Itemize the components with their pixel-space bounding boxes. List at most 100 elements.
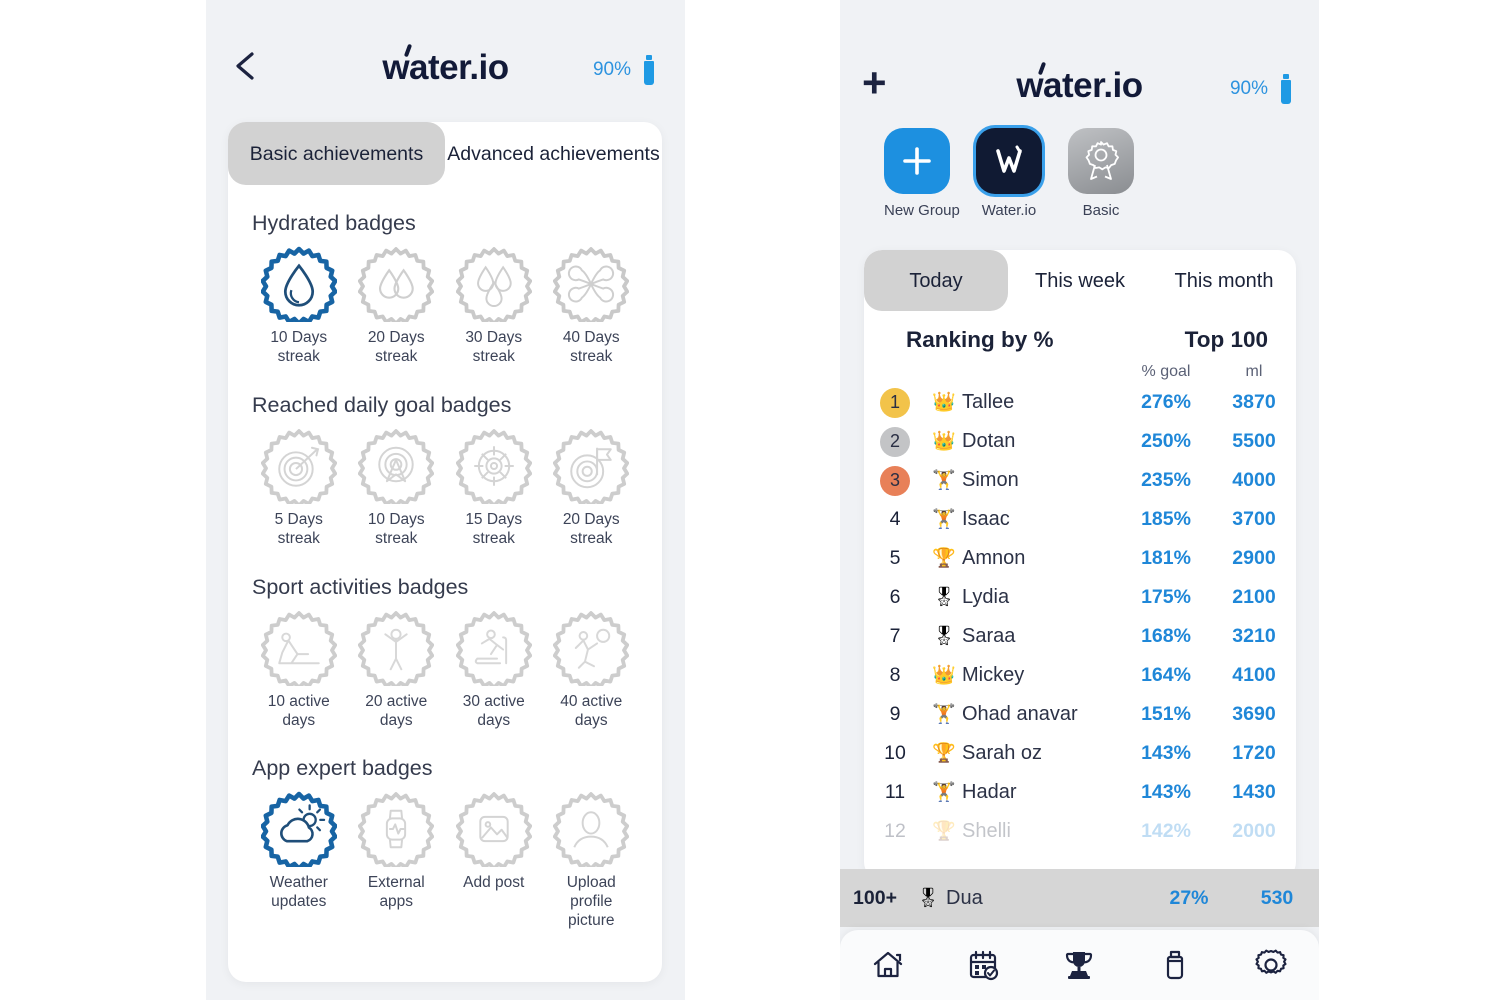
section-daily-goal-badges: Reached daily goal badges 5 Days streak (228, 393, 662, 549)
ranking-by-label: Ranking by % (906, 327, 1054, 352)
goal-percent: 235% (1141, 469, 1191, 491)
player-name: Amnon (962, 547, 1026, 569)
goal-percent: 181% (1141, 547, 1191, 569)
badge-label: External apps (367, 874, 425, 911)
leaderboard-row[interactable]: 2 👑 Dotan 250% 5500 (864, 422, 1296, 461)
badge-label: 20 Days streak (562, 510, 620, 547)
badge-item[interactable]: Upload profile picture (543, 791, 641, 931)
nav-home[interactable] (840, 948, 936, 982)
goal-percent: 143% (1141, 781, 1191, 803)
leaderboard-row[interactable]: 10 🏆 Sarah oz 143% 1720 (864, 734, 1296, 773)
leaderboard-row[interactable]: 4 🏋 Isaac 185% 3700 (864, 500, 1296, 539)
badge-label: 10 Days streak (367, 510, 425, 547)
goal-percent: 185% (1141, 508, 1191, 530)
badge-item[interactable]: 40 Days streak (543, 246, 641, 367)
badge-item[interactable]: 30 Days streak (445, 246, 543, 367)
leaderboard-row[interactable]: 6 🎖 Lydia 175% 2100 (864, 578, 1296, 617)
trophy-icon (1066, 952, 1093, 979)
badge-item[interactable]: Weather updates (250, 791, 348, 931)
nav-trophy[interactable] (1032, 948, 1128, 982)
badge-item[interactable]: Add post (445, 791, 543, 931)
tab-this-week[interactable]: This week (1008, 250, 1152, 311)
ml-value: 3700 (1232, 508, 1276, 530)
current-user-row[interactable]: 100+ 🎖 Dua 27% 530 (840, 869, 1319, 927)
trophy-icon: 🏆 (932, 548, 956, 569)
tab-basic-achievements[interactable]: Basic achievements (228, 122, 445, 185)
nav-calendar[interactable] (936, 948, 1032, 982)
rank-cell: 4 (864, 508, 926, 531)
stretching-badge (358, 610, 435, 686)
water-drop-badge (260, 246, 337, 322)
section-title: Reached daily goal badges (252, 392, 512, 417)
leaderboard-row[interactable]: 8 👑 Mickey 164% 4100 (864, 656, 1296, 695)
medal-icon: 🏋 (932, 470, 956, 491)
badge-row: 10 Days streak 20 Days streak 30 Days st… (250, 246, 640, 367)
badge-label: Weather updates (269, 874, 328, 911)
player-name: Dotan (962, 430, 1016, 452)
badge-item[interactable]: 10 Days streak (250, 246, 348, 367)
badge-item[interactable]: External apps (348, 791, 446, 931)
column-header-ml: ml (1245, 363, 1263, 380)
nav-settings[interactable] (1223, 948, 1319, 982)
badge-item[interactable]: 20 Days streak (348, 246, 446, 367)
rank-number: 6 (889, 586, 901, 608)
group-tile (976, 128, 1042, 194)
goal-percent: 250% (1141, 430, 1191, 452)
badge-label: 10 active days (267, 692, 330, 729)
group-basic[interactable]: Basic (1068, 128, 1134, 219)
app-logo-text: water.io (382, 48, 509, 87)
goal-percent: 168% (1141, 625, 1191, 647)
rosette-icon: 🎖 (915, 887, 941, 909)
leaderboard-row[interactable]: 5 🏆 Amnon 181% 2900 (864, 539, 1296, 578)
group-tile (884, 128, 950, 194)
section-hydrated-badges: Hydrated badges 10 Days streak 20 Days s… (228, 211, 662, 367)
leaderboard-row[interactable]: 9 🏋 Ohad anavar 151% 3690 (864, 695, 1296, 734)
badge-item[interactable]: 15 Days streak (445, 428, 543, 549)
battery-indicator: 90% (1230, 74, 1294, 104)
player-name: Hadar (962, 781, 1017, 803)
goal-percent: 151% (1141, 703, 1191, 725)
badge-item[interactable]: 40 active days (543, 610, 641, 731)
two-drops-badge (358, 247, 435, 322)
crown-icon: 👑 (932, 665, 956, 686)
trophy-icon: 🏆 (932, 821, 956, 842)
achievements-card: Basic achievements Advanced achievements… (228, 122, 662, 982)
badge-row: 10 active days 20 active days 30 active … (250, 610, 640, 731)
rank-cell: 1 (864, 387, 926, 418)
badge-item[interactable]: 10 active days (250, 610, 348, 731)
player-name: Shelli (962, 820, 1011, 842)
badge-item[interactable]: 5 Days streak (250, 428, 348, 549)
right-phone-screen: + water.io 90% New Group Water.io Basic … (840, 0, 1319, 1000)
group-new[interactable]: New Group (884, 128, 960, 219)
leaderboard-row[interactable]: 11 🏋 Hadar 143% 1430 (864, 773, 1296, 812)
badge-item[interactable]: 20 active days (348, 610, 446, 731)
goal-percent: 27% (1169, 886, 1209, 909)
battery-percent: 90% (1229, 78, 1268, 99)
tab-today[interactable]: Today (864, 250, 1008, 311)
group-waterio[interactable]: Water.io (976, 128, 1042, 219)
crosshair-badge (455, 428, 532, 504)
rank-cell: 10 (864, 742, 926, 765)
tab-advanced-achievements[interactable]: Advanced achievements (445, 122, 662, 185)
ml-value: 1720 (1232, 742, 1276, 764)
medal-icon: 🏋 (932, 782, 956, 803)
badge-label: Add post (463, 874, 525, 892)
player-name: Tallee (962, 391, 1015, 413)
leaderboard-row[interactable]: 3 🏋 Simon 235% 4000 (864, 461, 1296, 500)
badge-label: Upload profile picture (566, 874, 616, 930)
badge-item[interactable]: 10 Days streak (348, 428, 446, 549)
crown-icon: 👑 (932, 431, 956, 452)
player-name: Sarah oz (962, 742, 1043, 764)
badge-item[interactable]: 30 active days (445, 610, 543, 731)
badge-item[interactable]: 20 Days streak (543, 428, 641, 549)
leaderboard-row[interactable]: 1 👑 Tallee 276% 3870 (864, 383, 1296, 422)
rank-cell: 3 (864, 465, 926, 496)
player-name: Ohad anavar (962, 703, 1078, 725)
nav-bottle[interactable] (1127, 948, 1223, 982)
leaderboard-row[interactable]: 12 🏆 Shelli 142% 2000 (864, 812, 1296, 851)
leaderboard-heading: Ranking by % Top 100 (864, 311, 1296, 353)
leaderboard-row[interactable]: 7 🎖 Saraa 168% 3210 (864, 617, 1296, 656)
rank-number: 3 (880, 465, 910, 496)
rank-cell: 8 (864, 664, 926, 687)
tab-this-month[interactable]: This month (1152, 250, 1296, 311)
